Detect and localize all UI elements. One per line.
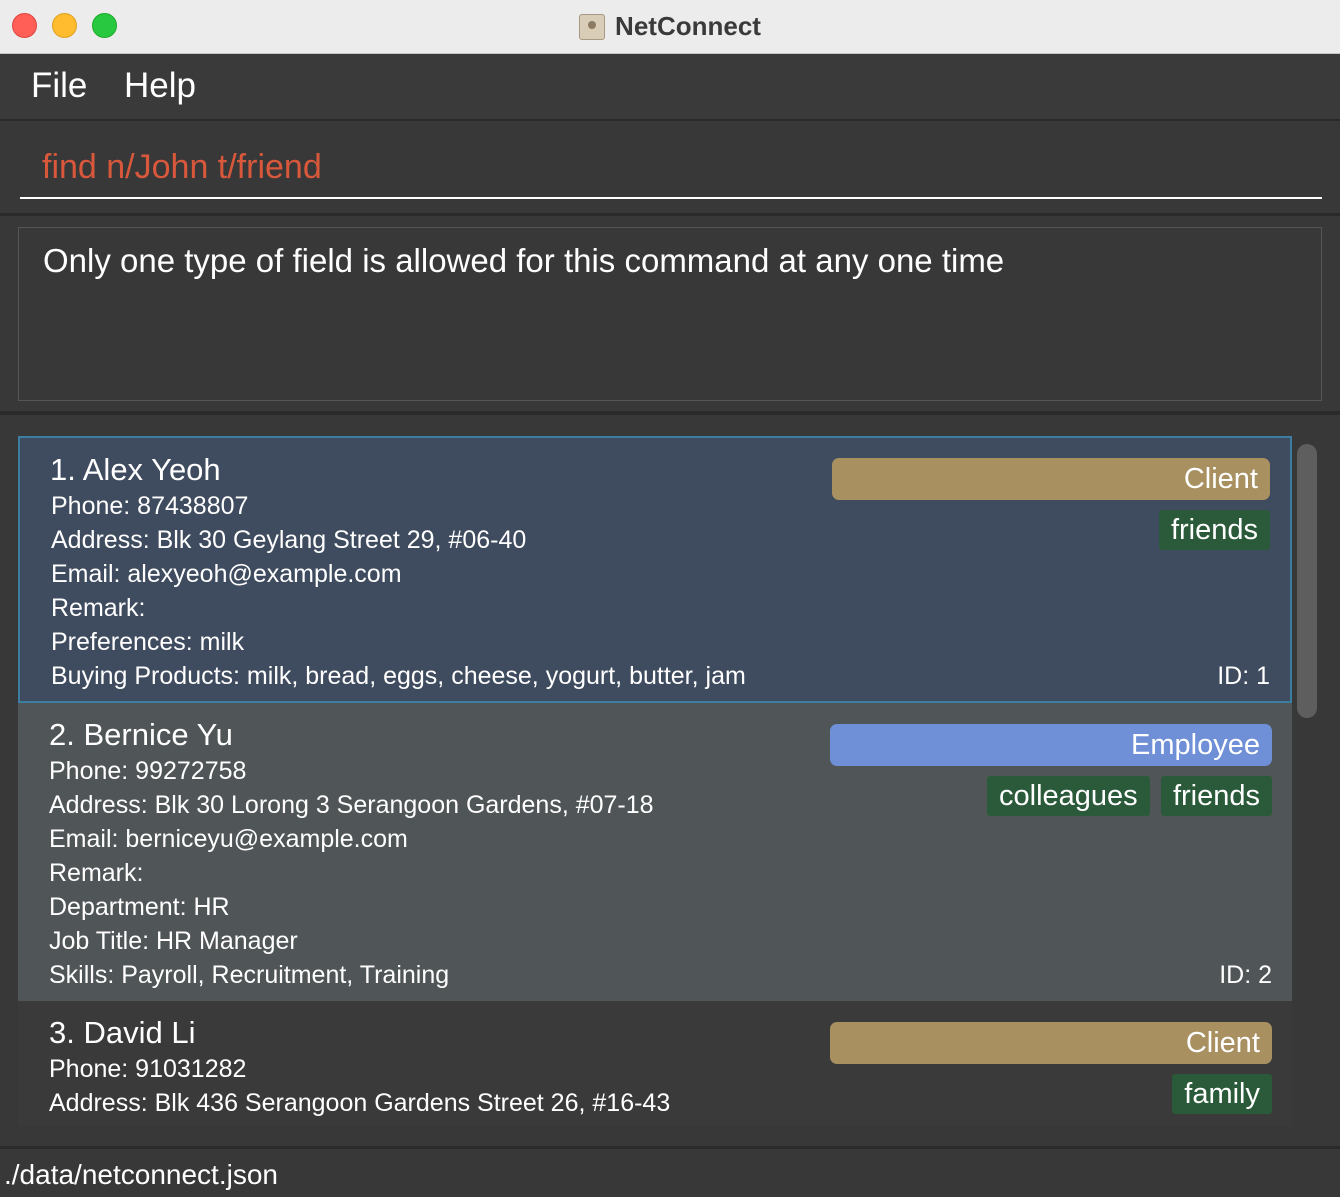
person-remark: Remark:	[49, 859, 144, 887]
person-phone: Phone: 87438807	[51, 492, 249, 520]
role-badge: Employee	[830, 724, 1272, 766]
command-box	[0, 121, 1340, 216]
person-name: 2. Bernice Yu	[49, 717, 233, 752]
result-display: Only one type of field is allowed for th…	[18, 227, 1322, 401]
app-icon	[579, 13, 606, 40]
person-address: Address: Blk 30 Lorong 3 Serangoon Garde…	[49, 791, 654, 819]
person-name: 1. Alex Yeoh	[50, 452, 221, 487]
tag: family	[1172, 1074, 1272, 1114]
data-file-path: ./data/netconnect.json	[4, 1159, 278, 1190]
scrollbar-thumb[interactable]	[1297, 444, 1317, 718]
result-message: Only one type of field is allowed for th…	[43, 242, 1005, 279]
person-preferences: Preferences: milk	[51, 628, 245, 656]
person-skills: Skills: Payroll, Recruitment, Training	[49, 961, 450, 989]
person-buying-products: Buying Products: milk, bread, eggs, chee…	[51, 662, 746, 690]
menu-file[interactable]: File	[29, 66, 89, 106]
person-email: Email: alexyeoh@example.com	[51, 560, 402, 588]
person-phone: Phone: 91031282	[49, 1055, 247, 1083]
menu-bar: File Help	[0, 54, 1340, 121]
tag: colleagues	[987, 776, 1150, 816]
window-title: NetConnect	[615, 11, 761, 41]
tag: friends	[1158, 510, 1270, 550]
status-bar: ./data/netconnect.json	[0, 1146, 1340, 1197]
person-job-title: Job Title: HR Manager	[49, 927, 298, 955]
role-badge: Client	[830, 1022, 1272, 1064]
person-id: ID: 2	[1219, 961, 1272, 989]
role-badge: Client	[832, 458, 1270, 500]
person-id: ID: 1	[1217, 662, 1270, 690]
person-address: Address: Blk 436 Serangoon Gardens Stree…	[49, 1089, 671, 1117]
tag: friends	[1160, 776, 1272, 816]
person-address: Address: Blk 30 Geylang Street 29, #06-4…	[51, 526, 527, 554]
person-email: Email: berniceyu@example.com	[49, 825, 408, 853]
divider	[0, 411, 1340, 415]
person-card[interactable]: 1. Alex Yeoh Phone: 87438807 Address: Bl…	[18, 436, 1292, 703]
list-scrollbar[interactable]	[1296, 440, 1318, 1126]
command-input[interactable]	[20, 137, 1322, 199]
person-name: 3. David Li	[49, 1015, 196, 1050]
person-remark: Remark:	[51, 594, 146, 622]
title-bar: NetConnect	[0, 0, 1340, 54]
person-card[interactable]: 3. David Li Phone: 91031282 Address: Blk…	[18, 1001, 1292, 1126]
person-phone: Phone: 99272758	[49, 757, 247, 785]
menu-help[interactable]: Help	[122, 66, 198, 106]
person-department: Department: HR	[49, 893, 230, 921]
person-list[interactable]: 1. Alex Yeoh Phone: 87438807 Address: Bl…	[18, 436, 1292, 1126]
person-card[interactable]: 2. Bernice Yu Phone: 99272758 Address: B…	[18, 703, 1292, 1001]
